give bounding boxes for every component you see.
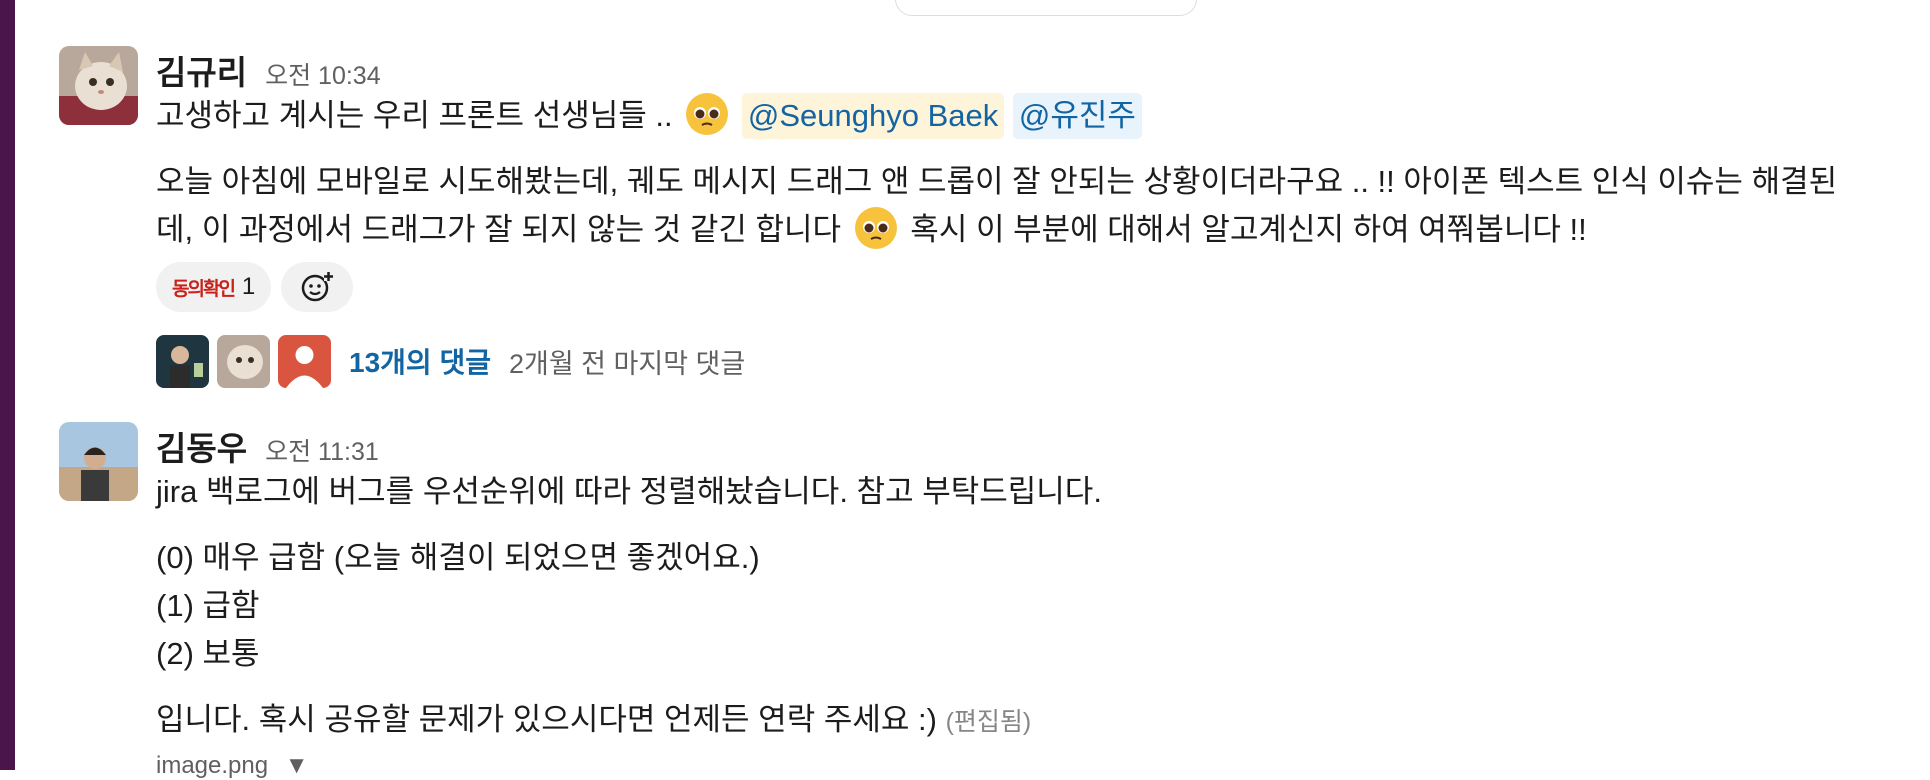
message-paragraph: 오늘 아침에 모바일로 시도해봤는데, 궤도 메시지 드래그 앤 드롭이 잘 안… — [156, 158, 1930, 254]
list-item: (1) 급함 — [156, 588, 260, 623]
list-item: (0) 매우 급함 (오늘 해결이 되었으면 좋겠어요.) — [156, 540, 760, 575]
person-avatar-image — [59, 422, 138, 501]
paragraph-text: 혹시 이 부분에 대해서 알고계신지 하여 여쭤봅니다 !! — [910, 212, 1587, 247]
reactions-bar: 동의확인 1 — [156, 262, 1930, 312]
workspace-sidebar-edge — [0, 0, 15, 770]
reaction-agree-confirm[interactable]: 동의확인 1 — [156, 262, 272, 312]
date-divider-pill[interactable] — [895, 0, 1197, 16]
message-closing: 입니다. 혹시 공유할 문제가 있으시다면 언제든 연락 주세요 :) (편집됨… — [156, 696, 1930, 746]
thread-summary[interactable]: 13개의 댓글 2개월 전 마지막 댓글 — [156, 334, 1930, 388]
paragraph-text: 데, 이 과정에서 드래그가 잘 되지 않는 것 같긴 합니다 — [156, 212, 842, 247]
mention-seunghyo-baek[interactable]: @Seunghyo Baek — [741, 93, 1005, 139]
avatar[interactable] — [59, 46, 138, 125]
cat-avatar-image — [217, 334, 270, 388]
thread-avatar — [156, 334, 209, 388]
add-reaction-button[interactable] — [281, 262, 354, 312]
paragraph-line: 데, 이 과정에서 드래그가 잘 되지 않는 것 같긴 합니다 혹시 이 부분에… — [156, 206, 1930, 254]
agree-confirm-emoji: 동의확인 — [172, 278, 236, 300]
default-user-avatar-icon — [278, 334, 331, 388]
thread-reply-count[interactable]: 13개의 댓글 — [349, 341, 491, 381]
pleading-face-emoji — [854, 207, 897, 249]
timestamp[interactable]: 오전 10:34 — [265, 56, 381, 92]
message-line: 고생하고 계시는 우리 프론트 선생님들 .. — [156, 98, 673, 133]
priority-list: (0) 매우 급함 (오늘 해결이 되었으면 좋겠어요.) (1) 급함 (2)… — [156, 534, 1930, 678]
message-text: 고생하고 계시는 우리 프론트 선생님들 .. @Seunghyo Baek @… — [156, 92, 1930, 140]
timestamp[interactable]: 오전 11:31 — [265, 432, 379, 468]
edited-label: (편집됨) — [945, 708, 1032, 736]
caret-down-icon: ▼ — [284, 752, 309, 779]
thread-avatar — [217, 334, 270, 388]
pleading-face-emoji — [686, 93, 729, 135]
paragraph-line: 오늘 아침에 모바일로 시도해봤는데, 궤도 메시지 드래그 앤 드롭이 잘 안… — [156, 164, 1838, 199]
mention-yujinju[interactable]: @유진주 — [1012, 93, 1142, 139]
thread-last-reply: 2개월 전 마지막 댓글 — [508, 348, 746, 379]
author-name[interactable]: 김동우 — [156, 422, 247, 470]
add-reaction-icon — [302, 272, 334, 302]
closing-text: 입니다. 혹시 공유할 문제가 있으시다면 언제든 연락 주세요 :) — [156, 702, 937, 737]
thread-avatar — [278, 334, 331, 388]
cat-avatar-image — [59, 46, 138, 125]
person-avatar-image — [156, 334, 209, 388]
reaction-count: 1 — [241, 273, 256, 300]
author-name[interactable]: 김규리 — [156, 46, 247, 94]
attachment-toggle[interactable]: image.png ▼ — [156, 752, 309, 780]
message-text: jira 백로그에 버그를 우선순위에 따라 정렬해놨습니다. 참고 부탁드립니… — [156, 474, 1102, 509]
list-item: (2) 보통 — [156, 636, 260, 671]
attachment-filename: image.png — [156, 752, 269, 779]
avatar[interactable] — [59, 422, 138, 501]
